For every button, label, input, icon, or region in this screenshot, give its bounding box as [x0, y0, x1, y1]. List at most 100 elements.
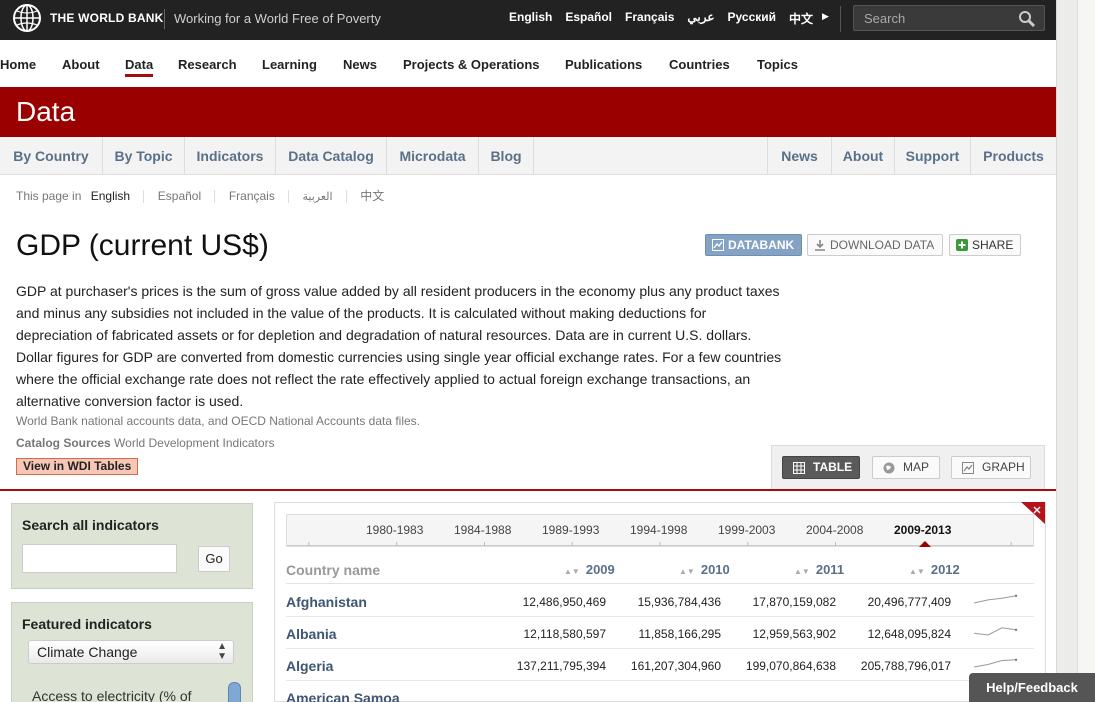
featured-indicator-item[interactable]: Access to electricity (% of — [32, 688, 192, 702]
sparkline-trend — [973, 659, 1017, 668]
lang-arabic[interactable]: عربي — [687, 10, 714, 27]
year-2011-label: 2011 — [815, 562, 845, 577]
country-name-header[interactable]: Country name — [286, 562, 380, 578]
featured-indicators-label: Featured indicators — [22, 616, 152, 632]
page-title: GDP (current US$) — [16, 229, 269, 262]
table-icon — [793, 462, 805, 474]
value-cell: 11,858,166,295 — [638, 627, 721, 641]
subnav-products[interactable]: Products — [970, 137, 1056, 175]
value-cell: 15,936,784,436 — [637, 595, 721, 609]
country-link[interactable]: Algeria — [286, 658, 333, 674]
map-globe-icon — [883, 462, 895, 474]
value-cell: 17,870,159,082 — [752, 595, 836, 609]
subnav-indicators[interactable]: Indicators — [185, 137, 276, 175]
brand-divider — [164, 9, 165, 29]
subnav-about[interactable]: About — [831, 137, 894, 175]
year-2009-label: 2009 — [585, 562, 615, 577]
more-languages-icon[interactable]: ▶ — [822, 11, 829, 22]
tab-map[interactable]: MAP — [872, 456, 940, 479]
page-lang-english[interactable]: English — [91, 189, 130, 203]
search-icon[interactable] — [1018, 10, 1036, 28]
view-tabs: TABLE MAP GRAPH — [771, 445, 1045, 489]
download-data-button[interactable]: DOWNLOAD DATA — [807, 234, 943, 256]
period-1980-1983[interactable]: 1980-1983 — [366, 523, 423, 537]
nav-countries[interactable]: Countries — [669, 57, 730, 72]
catalog-sources: Catalog Sources World Development Indica… — [16, 436, 275, 450]
period-1999-2003[interactable]: 1999-2003 — [718, 523, 775, 537]
vertical-scrollbar[interactable] — [1077, 0, 1095, 702]
nav-learning[interactable]: Learning — [262, 57, 317, 72]
lang-divider — [214, 190, 216, 204]
nav-publications[interactable]: Publications — [565, 57, 642, 72]
tab-graph[interactable]: GRAPH — [951, 456, 1031, 479]
lang-francais[interactable]: Français — [625, 10, 674, 27]
featured-topic-select[interactable]: Climate Change ▲ ▼ — [28, 640, 234, 664]
indicator-search-input[interactable] — [22, 544, 177, 573]
nav-topics[interactable]: Topics — [757, 57, 798, 72]
databank-label: DATABANK — [728, 238, 795, 252]
year-2010-label: 2010 — [700, 562, 730, 577]
lang-russian[interactable]: Русский — [728, 10, 777, 27]
country-link[interactable]: Albania — [286, 626, 337, 642]
featured-indicators-box: Featured indicators Climate Change ▲ ▼ Ac… — [11, 602, 253, 702]
brand-name[interactable]: THE WORLD BANK — [50, 11, 163, 25]
subnav-microdata[interactable]: Microdata — [387, 137, 479, 175]
nav-projects-operations[interactable]: Projects & Operations — [403, 57, 540, 72]
sort-icon: ▲▼ — [794, 567, 810, 576]
page-lang-arabic[interactable]: العربية — [303, 190, 333, 203]
featured-topic-value: Climate Change — [37, 644, 138, 660]
year-header-2010[interactable]: ▲▼ 2010 — [679, 562, 730, 577]
download-icon — [815, 240, 825, 251]
page-lang-francais[interactable]: Français — [229, 189, 275, 203]
search-input[interactable] — [854, 6, 1014, 30]
value-cell: 12,648,095,824 — [867, 627, 951, 641]
lang-espanol[interactable]: Español — [565, 10, 612, 27]
period-2009-2013[interactable]: 2009-2013 — [894, 523, 951, 537]
indicator-description: GDP at purchaser's prices is the sum of … — [16, 283, 782, 409]
top-bar: THE WORLD BANK Working for a World Free … — [0, 0, 1056, 40]
list-scrollbar[interactable] — [228, 682, 241, 702]
tab-table[interactable]: TABLE — [782, 456, 860, 479]
download-label: DOWNLOAD DATA — [830, 238, 935, 252]
sparkline-endpoint — [1014, 628, 1018, 631]
help-feedback-button[interactable]: Help/Feedback — [969, 673, 1095, 702]
nav-about[interactable]: About — [62, 57, 100, 72]
subnav-by-country[interactable]: By Country — [0, 137, 103, 175]
period-1984-1988[interactable]: 1984-1988 — [454, 523, 511, 537]
year-header-2009[interactable]: ▲▼ 2009 — [564, 562, 615, 577]
nav-news[interactable]: News — [343, 57, 377, 72]
period-2004-2008[interactable]: 2004-2008 — [806, 523, 863, 537]
tab-map-label: MAP — [903, 460, 930, 474]
page-language-prefix: This page in — [16, 189, 82, 203]
country-link[interactable]: American Samoa — [286, 690, 400, 702]
year-header-2012[interactable]: ▲▼ 2012 — [909, 562, 960, 577]
table-row: Algeria 137,211,795,394 161,207,304,960 … — [286, 649, 1034, 681]
view-in-wdi-tables-button[interactable]: View in WDI Tables — [16, 458, 139, 475]
nav-home[interactable]: Home — [0, 57, 36, 72]
share-button[interactable]: SHARE — [949, 234, 1021, 256]
databank-button[interactable]: DATABANK — [705, 234, 802, 256]
subnav-data-catalog[interactable]: Data Catalog — [276, 137, 387, 175]
period-1994-1998[interactable]: 1994-1998 — [630, 523, 687, 537]
catalog-sources-value[interactable]: World Development Indicators — [114, 436, 275, 450]
year-header-2011[interactable]: ▲▼ 2011 — [794, 562, 844, 577]
world-bank-globe-icon[interactable] — [12, 3, 42, 33]
search-indicators-box: Search all indicators Go — [11, 503, 253, 589]
nav-data[interactable]: Data — [125, 57, 154, 77]
subnav-blog[interactable]: Blog — [479, 137, 534, 175]
lang-english[interactable]: English — [509, 10, 552, 27]
sparkline-trend — [973, 595, 1017, 604]
subnav-news[interactable]: News — [767, 137, 831, 175]
lang-chinese[interactable]: 中文 — [789, 10, 813, 27]
nav-research[interactable]: Research — [178, 57, 237, 72]
page-lang-chinese[interactable]: 中文 — [360, 187, 384, 204]
subnav-support[interactable]: Support — [894, 137, 970, 175]
value-cell: 161,207,304,960 — [630, 659, 721, 673]
section-title[interactable]: Data — [16, 96, 75, 128]
country-link[interactable]: Afghanistan — [286, 594, 367, 610]
table-header: Country name ▲▼ 2009 ▲▼ 2010 ▲▼ 2011 ▲▼ 2012 — [286, 560, 1034, 584]
subnav-by-topic[interactable]: By Topic — [103, 137, 185, 175]
page-lang-espanol[interactable]: Español — [158, 189, 201, 203]
go-button[interactable]: Go — [198, 546, 230, 572]
period-1989-1993[interactable]: 1989-1993 — [542, 523, 599, 537]
